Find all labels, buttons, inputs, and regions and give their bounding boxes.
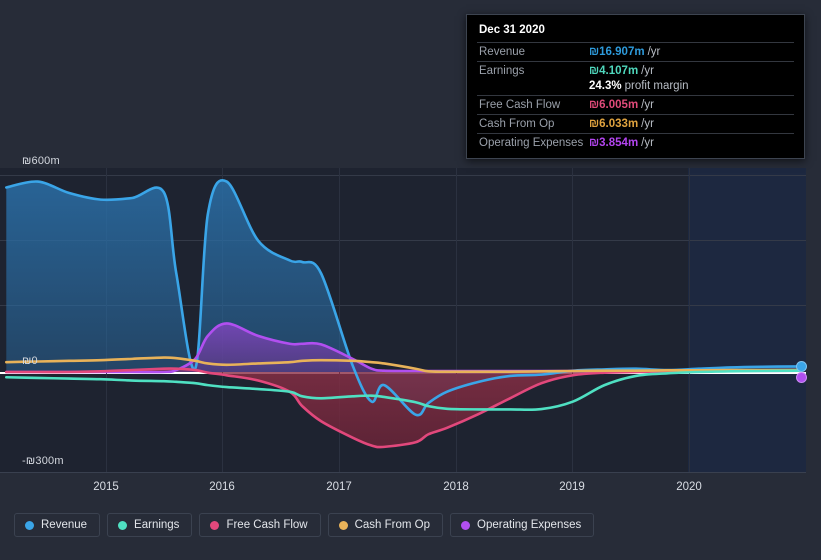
y-axis-label-bottom: -₪300m [22, 455, 64, 467]
chart-legend: Revenue Earnings Free Cash Flow Cash From O… [14, 513, 595, 537]
legend-item-revenue[interactable]: Revenue [14, 513, 101, 537]
legend-item-label: Earnings [134, 519, 180, 531]
tooltip-row: Free Cash Flow ₪6.005m/yr [477, 95, 794, 114]
tooltip-row-label: Earnings [479, 65, 525, 77]
tooltip-row-value: 24.3% profit margin [589, 80, 689, 92]
x-axis-label-2018: 2018 [443, 481, 469, 493]
x-axis-label-2015: 2015 [93, 481, 119, 493]
legend-color-dot-icon [338, 520, 348, 530]
chart-series-svg [5, 179, 801, 449]
y-axis-label-zero: ₪0 [22, 355, 38, 367]
legend-color-dot-icon [461, 520, 471, 530]
legend-color-dot-icon [210, 520, 220, 530]
legend-color-dot-icon [118, 520, 128, 530]
tooltip-row-label: Revenue [479, 46, 526, 58]
tooltip-row: Earnings ₪4.107m/yr [477, 61, 794, 80]
chart-plot-area[interactable] [0, 168, 807, 473]
tooltip-row: Revenue ₪16.907m/yr [477, 42, 794, 61]
y-axis-label-top: ₪600m [22, 155, 60, 167]
tooltip-row-label: Cash From Op [479, 118, 555, 130]
tooltip-row-label: Free Cash Flow [479, 99, 561, 111]
x-axis-label-2019: 2019 [559, 481, 585, 493]
legend-item-earnings[interactable]: Earnings [107, 513, 193, 537]
tooltip-row-value: ₪6.033m/yr [589, 118, 654, 130]
chart-tooltip: Dec 31 2020 Revenue ₪16.907m/yr Earnings ₪4… [466, 14, 805, 159]
legend-item-label: Free Cash Flow [226, 519, 308, 531]
tooltip-row: Operating Expenses ₪3.854m/yr [477, 133, 794, 152]
x-axis-label-2017: 2017 [326, 481, 352, 493]
x-axis-line [0, 472, 806, 473]
x-axis-label-2016: 2016 [209, 481, 235, 493]
legend-item-label: Revenue [41, 519, 88, 531]
tooltip-row: 24.3% profit margin [477, 80, 794, 95]
legend-color-dot-icon [25, 520, 34, 530]
legend-item-label: Operating Expenses [477, 519, 582, 531]
tooltip-date: Dec 31 2020 [479, 24, 545, 36]
legend-item-label: Cash From Op [354, 519, 431, 531]
tooltip-rows: Revenue ₪16.907m/yr Earnings ₪4.107m/yr 24.3… [477, 42, 794, 152]
tooltip-row: Cash From Op ₪6.033m/yr [477, 114, 794, 133]
tooltip-row-value: ₪3.854m/yr [589, 137, 654, 149]
tooltip-row-value: ₪6.005m/yr [589, 99, 654, 111]
legend-item-operating-expenses[interactable]: Operating Expenses [450, 513, 595, 537]
endpoint-marker-operating-expenses [795, 371, 807, 383]
legend-item-free-cash-flow[interactable]: Free Cash Flow [199, 513, 321, 537]
tooltip-row-value: ₪4.107m/yr [589, 65, 654, 77]
x-axis-label-2020: 2020 [676, 481, 702, 493]
tooltip-row-value: ₪16.907m/yr [589, 46, 661, 58]
legend-item-cash-from-op[interactable]: Cash From Op [327, 513, 444, 537]
tooltip-row-label: Operating Expenses [479, 137, 584, 149]
